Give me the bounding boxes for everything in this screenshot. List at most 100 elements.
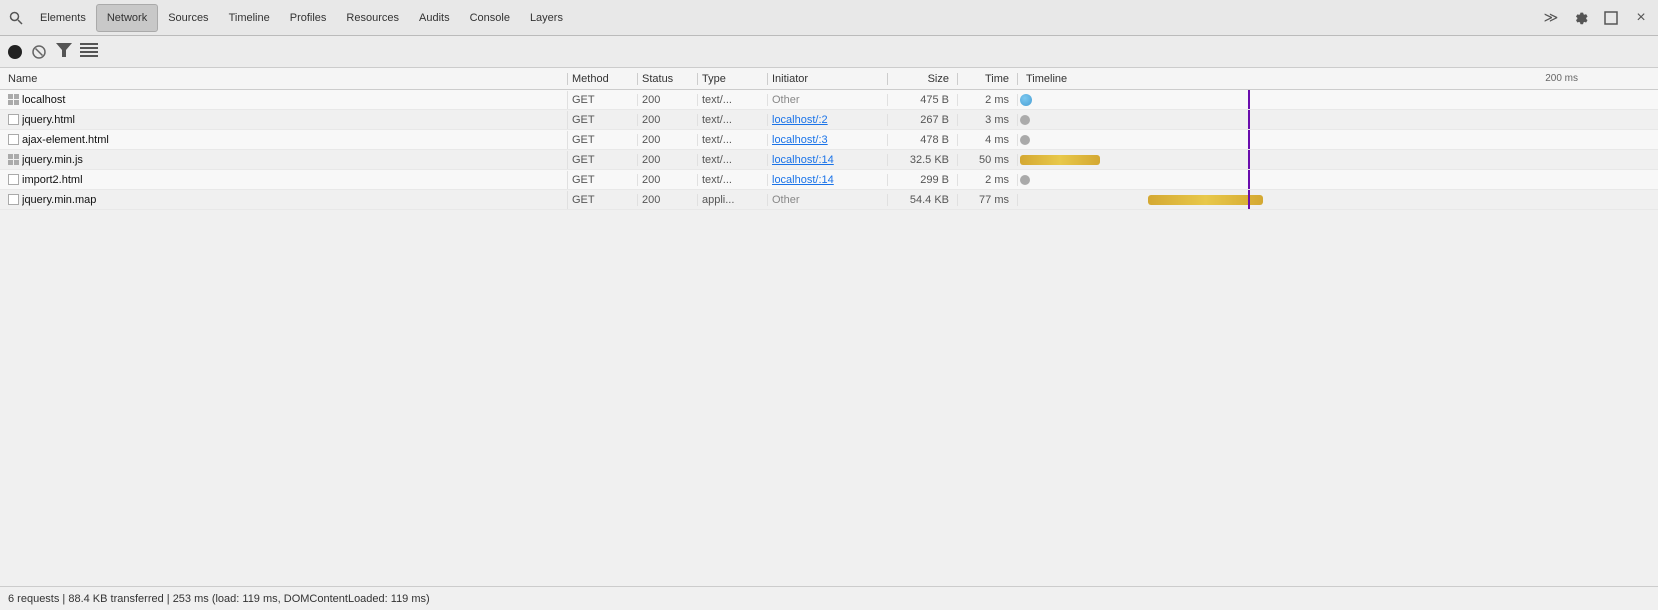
timeline-vertical-line (1248, 90, 1250, 109)
timeline-vertical-line (1248, 150, 1250, 169)
row-name-cell: import2.html (0, 171, 568, 189)
row-name-cell: jquery.min.map (0, 191, 568, 209)
status-bar: 6 requests | 88.4 KB transferred | 253 m… (0, 586, 1658, 610)
row-filename: localhost (22, 94, 567, 106)
row-timeline (1018, 190, 1658, 209)
row-method: GET (568, 194, 638, 206)
filter-button[interactable] (56, 43, 72, 60)
record-button[interactable] (8, 45, 22, 59)
row-initiator[interactable]: localhost/:2 (768, 114, 888, 126)
tab-profiles[interactable]: Profiles (280, 4, 337, 32)
table-row[interactable]: jquery.html GET 200 text/... localhost/:… (0, 110, 1658, 130)
col-header-method[interactable]: Method (568, 73, 638, 85)
row-time: 2 ms (958, 174, 1018, 186)
row-initiator[interactable]: localhost/:14 (768, 154, 888, 166)
timeline-200ms-label: 200 ms (1545, 73, 1578, 84)
row-status: 200 (638, 114, 698, 126)
tab-elements[interactable]: Elements (30, 4, 96, 32)
row-size: 478 B (888, 134, 958, 146)
tab-resources[interactable]: Resources (336, 4, 409, 32)
settings-icon[interactable] (1570, 7, 1592, 29)
row-checkbox[interactable] (4, 91, 22, 109)
row-size: 32.5 KB (888, 154, 958, 166)
tab-timeline[interactable]: Timeline (219, 4, 280, 32)
row-status: 200 (638, 134, 698, 146)
row-size: 54.4 KB (888, 194, 958, 206)
row-time: 4 ms (958, 134, 1018, 146)
table-row[interactable]: jquery.min.map GET 200 appli... Other 54… (0, 190, 1658, 210)
timeline-indicator (1020, 135, 1030, 145)
tab-console[interactable]: Console (460, 4, 520, 32)
row-checkbox[interactable] (4, 131, 22, 149)
row-filename: ajax-element.html (22, 134, 567, 146)
table-row[interactable]: localhost GET 200 text/... Other 475 B 2… (0, 90, 1658, 110)
row-time: 2 ms (958, 94, 1018, 106)
row-type: text/... (698, 154, 768, 166)
row-initiator: Other (768, 94, 888, 106)
table-body: localhost GET 200 text/... Other 475 B 2… (0, 90, 1658, 586)
row-method: GET (568, 134, 638, 146)
row-name-cell: ajax-element.html (0, 131, 568, 149)
row-initiator[interactable]: localhost/:3 (768, 134, 888, 146)
search-icon[interactable] (6, 8, 26, 28)
row-initiator[interactable]: localhost/:14 (768, 174, 888, 186)
timeline-vertical-line (1248, 130, 1250, 149)
row-type: text/... (698, 174, 768, 186)
timeline-indicator (1148, 195, 1263, 205)
top-nav: Elements Network Sources Timeline Profil… (0, 0, 1658, 36)
row-checkbox[interactable] (4, 151, 22, 169)
network-toolbar (0, 36, 1658, 68)
table-row[interactable]: import2.html GET 200 text/... localhost/… (0, 170, 1658, 190)
row-type: text/... (698, 94, 768, 106)
col-header-initiator[interactable]: Initiator (768, 73, 888, 85)
col-header-time[interactable]: Time (958, 73, 1018, 85)
row-filename: jquery.html (22, 114, 567, 126)
list-rows-button[interactable] (80, 43, 98, 60)
timeline-indicator (1020, 94, 1032, 106)
row-timeline (1018, 90, 1658, 109)
row-name-cell: jquery.html (0, 111, 568, 129)
row-method: GET (568, 114, 638, 126)
table-row[interactable]: jquery.min.js GET 200 text/... localhost… (0, 150, 1658, 170)
tab-network[interactable]: Network (96, 4, 158, 32)
row-timeline (1018, 150, 1658, 169)
row-status: 200 (638, 94, 698, 106)
row-initiator: Other (768, 194, 888, 206)
table-header: Name Method Status Type Initiator Size T… (0, 68, 1658, 90)
timeline-indicator (1020, 155, 1100, 165)
execute-icon[interactable]: ≫ (1540, 7, 1562, 29)
row-checkbox[interactable] (4, 191, 22, 209)
tab-sources[interactable]: Sources (158, 4, 218, 32)
row-timeline (1018, 130, 1658, 149)
timeline-vertical-line (1248, 170, 1250, 189)
row-size: 475 B (888, 94, 958, 106)
row-type: appli... (698, 194, 768, 206)
row-time: 77 ms (958, 194, 1018, 206)
row-filename: import2.html (22, 174, 567, 186)
col-header-timeline[interactable]: Timeline 200 ms (1018, 73, 1658, 85)
col-header-size[interactable]: Size (888, 73, 958, 85)
timeline-vertical-line (1248, 110, 1250, 129)
col-header-type[interactable]: Type (698, 73, 768, 85)
row-size: 299 B (888, 174, 958, 186)
row-name-cell: localhost (0, 91, 568, 109)
row-filename: jquery.min.map (22, 194, 567, 206)
row-size: 267 B (888, 114, 958, 126)
timeline-vertical-line (1248, 190, 1250, 209)
tab-layers[interactable]: Layers (520, 4, 573, 32)
row-time: 50 ms (958, 154, 1018, 166)
row-checkbox[interactable] (4, 111, 22, 129)
row-method: GET (568, 154, 638, 166)
row-checkbox[interactable] (4, 171, 22, 189)
row-name-cell: jquery.min.js (0, 151, 568, 169)
tab-audits[interactable]: Audits (409, 4, 460, 32)
network-table: Name Method Status Type Initiator Size T… (0, 68, 1658, 586)
col-header-status[interactable]: Status (638, 73, 698, 85)
timeline-indicator (1020, 175, 1030, 185)
dock-icon[interactable] (1600, 7, 1622, 29)
close-icon[interactable]: × (1630, 7, 1652, 29)
table-row[interactable]: ajax-element.html GET 200 text/... local… (0, 130, 1658, 150)
col-header-name[interactable]: Name (0, 73, 568, 85)
stop-button[interactable] (30, 43, 48, 61)
row-method: GET (568, 94, 638, 106)
